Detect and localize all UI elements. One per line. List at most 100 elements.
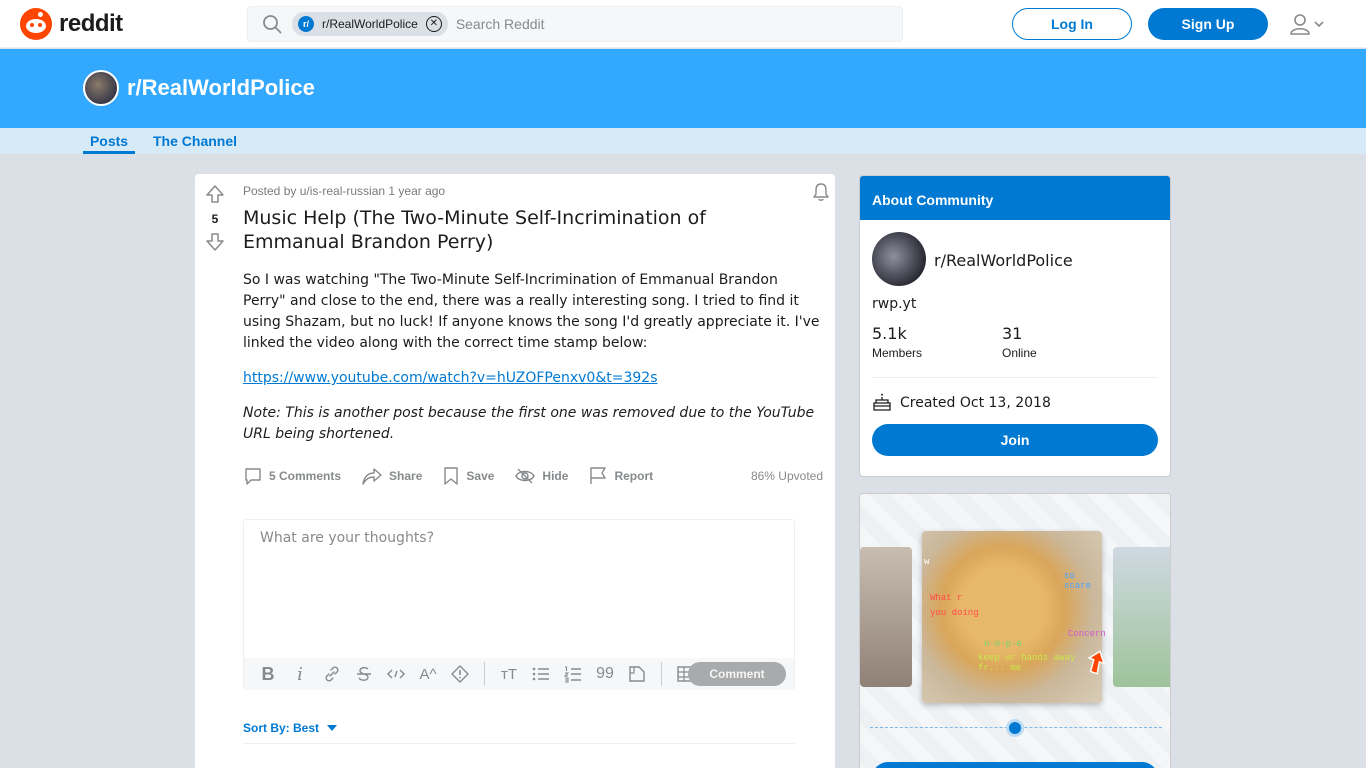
superscript-button[interactable]: A^ — [412, 662, 444, 686]
bell-icon[interactable] — [811, 182, 831, 202]
share-icon — [362, 468, 382, 485]
members-count: 5.1k — [872, 324, 907, 343]
community-name[interactable]: r/RealWorldPolice — [934, 251, 1073, 270]
doge-caption: so scare — [1064, 571, 1092, 591]
post-body: So I was watching "The Two-Minute Self-I… — [243, 270, 823, 459]
bookmark-icon — [444, 467, 459, 485]
user-menu[interactable] — [1288, 12, 1330, 36]
post-meta: Posted by u/is-real-russian 1 year ago — [243, 184, 446, 198]
post-body-text: So I was watching "The Two-Minute Self-I… — [243, 272, 820, 351]
doge-caption: you doing — [930, 608, 979, 618]
community-avatar — [872, 232, 926, 286]
about-community-card: About Community r/RealWorldPolice rwp.yt… — [859, 175, 1171, 477]
hide-label: Hide — [542, 469, 569, 483]
save-label: Save — [466, 469, 495, 483]
code-block-icon — [629, 666, 645, 682]
sort-dropdown[interactable]: Sort By: Best — [243, 721, 338, 735]
strikethrough-button[interactable] — [348, 662, 380, 686]
join-button[interactable]: Join — [872, 424, 1158, 456]
numbered-list-button[interactable] — [557, 662, 589, 686]
carousel-slider-handle[interactable] — [1006, 719, 1024, 737]
reddit-snoo-icon — [20, 8, 52, 40]
chevron-down-icon — [1314, 21, 1324, 28]
search-icon — [263, 15, 282, 34]
chip-label: r/RealWorldPolice — [322, 17, 418, 31]
comments-button[interactable]: 5 Comments — [243, 466, 341, 486]
members-stat: 5.1k Members — [872, 324, 922, 360]
report-button[interactable]: Report — [588, 466, 653, 486]
divider — [243, 743, 795, 744]
code-block-button[interactable] — [621, 662, 653, 686]
search-input[interactable] — [455, 16, 856, 32]
post-video-link[interactable]: https://www.youtube.com/watch?v=hUZOFPen… — [243, 370, 657, 386]
subreddit-tabs: Posts The Channel — [0, 128, 1366, 154]
link-button[interactable] — [316, 662, 348, 686]
vote-score: 5 — [211, 212, 219, 226]
bulleted-list-button[interactable] — [525, 662, 557, 686]
online-stat: 31 Online — [1002, 324, 1037, 360]
about-heading: About Community — [860, 176, 1170, 220]
doge-caption: What r — [930, 593, 963, 603]
bold-button[interactable]: B — [252, 662, 284, 686]
login-button[interactable]: Log In — [1012, 8, 1132, 40]
downvote-arrow-icon[interactable] — [205, 232, 225, 252]
subreddit-filter-chip[interactable]: r/ r/RealWorldPolice ✕ — [292, 12, 448, 36]
online-label: Online — [1002, 346, 1037, 360]
members-label: Members — [872, 346, 923, 360]
search-bar[interactable]: r/ r/RealWorldPolice ✕ — [247, 6, 903, 42]
doge-caption: Concern — [1068, 629, 1106, 639]
post-actions: 5 Comments Share Save Hide Report 86% Up… — [243, 462, 823, 490]
post-card: 5 Posted by u/is-real-russian 1 year ago… — [195, 174, 835, 768]
caret-down-icon — [327, 725, 338, 731]
arrow-cursor-icon — [1087, 650, 1106, 675]
spoiler-button[interactable] — [444, 662, 476, 686]
subreddit-icon: r/ — [298, 16, 314, 32]
sort-label: Sort By: Best — [243, 721, 320, 735]
promo-image-right — [1113, 547, 1170, 687]
comment-submit-button[interactable]: Comment — [688, 662, 786, 686]
numbered-list-icon — [563, 666, 581, 683]
share-button[interactable]: Share — [361, 466, 422, 486]
reddit-logo[interactable]: reddit — [20, 8, 123, 40]
comment-toolbar: B i A^ тT 99 Comment — [244, 658, 794, 690]
doge-caption: w — [924, 557, 930, 567]
code-icon — [387, 669, 405, 679]
heading-button[interactable]: тT — [493, 662, 525, 686]
upvote-arrow-icon[interactable] — [205, 184, 225, 204]
post-note: Note: This is another post because the f… — [243, 405, 815, 442]
subreddit-banner: r/RealWorldPolice — [0, 49, 1366, 128]
community-description: rwp.yt — [872, 296, 917, 312]
italic-button[interactable]: i — [284, 662, 316, 686]
tab-the-channel[interactable]: The Channel — [153, 133, 237, 149]
tab-posts[interactable]: Posts — [83, 133, 135, 154]
flag-icon — [590, 467, 607, 484]
divider — [872, 377, 1158, 378]
comment-editor: B i A^ тT 99 — [243, 519, 795, 690]
link-icon — [325, 666, 339, 682]
created-label: Created Oct 13, 2018 — [900, 395, 1051, 411]
comments-label: 5 Comments — [269, 469, 342, 483]
subreddit-avatar — [83, 70, 119, 106]
bulleted-list-icon — [532, 667, 549, 681]
spoiler-alert-icon — [451, 665, 469, 683]
promo-image-left — [860, 547, 912, 687]
save-button[interactable]: Save — [442, 466, 494, 486]
doge-caption: n-o-p-e — [984, 639, 1022, 649]
promo-doge-image: w so scare What r you doing Concern n-o-… — [922, 531, 1106, 703]
comment-input[interactable] — [244, 520, 794, 658]
promo-button[interactable] — [872, 762, 1158, 768]
quote-block-button[interactable]: 99 — [589, 662, 621, 686]
user-icon — [1290, 14, 1310, 35]
inline-code-button[interactable] — [380, 662, 412, 686]
report-label: Report — [614, 469, 654, 483]
share-label: Share — [389, 469, 423, 483]
toolbar-divider — [484, 662, 485, 686]
toolbar-divider — [661, 662, 662, 686]
strikethrough-icon — [357, 666, 371, 681]
post-title[interactable]: Music Help (The Two-Minute Self-Incrimin… — [243, 206, 813, 254]
close-icon[interactable]: ✕ — [425, 16, 442, 32]
signup-button[interactable]: Sign Up — [1148, 8, 1268, 40]
upvote-ratio: 86% Upvoted — [750, 469, 823, 483]
hide-button[interactable]: Hide — [514, 466, 568, 486]
promo-card: w so scare What r you doing Concern n-o-… — [859, 493, 1171, 768]
